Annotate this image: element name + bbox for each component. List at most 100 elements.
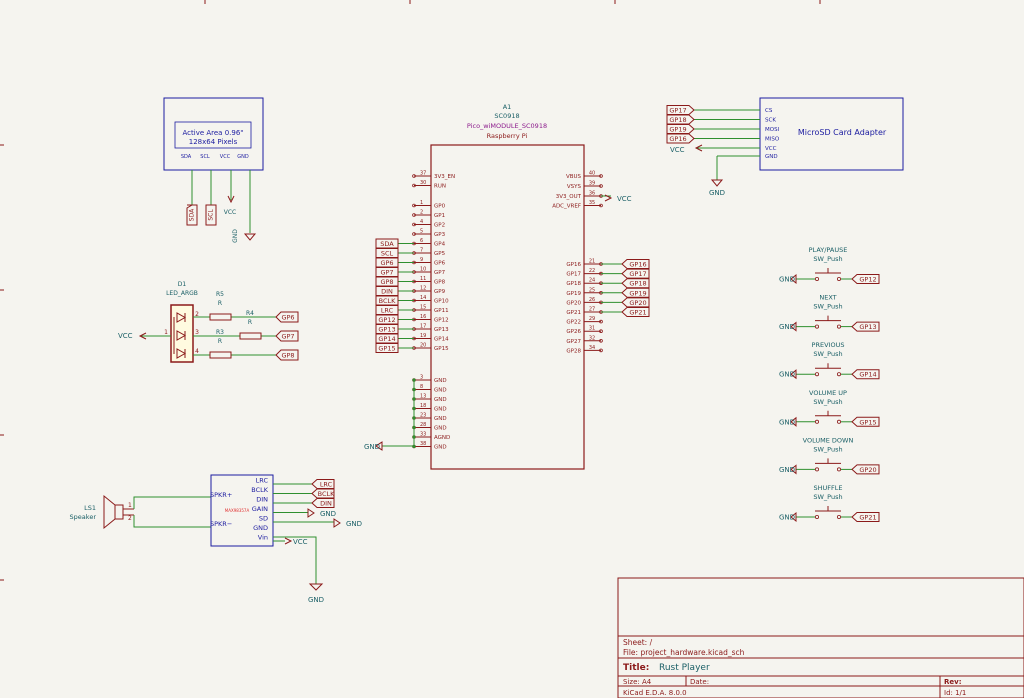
svg-text:GP15: GP15 [378,345,395,353]
svg-text:RUN: RUN [434,184,446,190]
pico-pin-gp14-19[interactable]: 19 GP14 GP14 [375,333,449,344]
tb-file: File: project_hardware.kicad_sch [623,648,745,657]
pico-pin-gp1-2[interactable]: 2 GP1 [412,210,445,220]
pico-pin-gnd-23[interactable]: 23 GND [412,413,447,423]
microsd-pin-gnd[interactable]: GND [765,154,778,160]
svg-text:22: 22 [589,268,595,274]
pico-pin-gp13-17[interactable]: 17 GP13 GP13 [375,324,449,334]
svg-text:GP13: GP13 [434,327,449,333]
button-shuffle[interactable]: SHUFFLESW_Push GND GP21 [779,484,880,523]
resistor-r3[interactable]: R3 R [209,329,232,359]
svg-text:R5: R5 [216,291,224,298]
pico-pin-gp10-14[interactable]: 14 GP10 BCLK [375,295,449,306]
pico-part: SC0918 [494,112,519,120]
svg-text:GP19: GP19 [566,291,581,297]
svg-text:GP12: GP12 [859,276,876,284]
pico-pin-gnd-13[interactable]: 13 GND [412,394,447,404]
svg-text:GND: GND [779,323,795,331]
resistor-r4[interactable]: R4 R [239,310,262,340]
pico-pin-gp3-5[interactable]: 5 GP3 [412,229,446,239]
oled-wires [191,170,251,233]
resistor-r5[interactable]: R5 R [209,291,232,321]
amp-part: MAX98357A [225,508,250,513]
pico-pin-gp0-1[interactable]: 1 GP0 [412,200,446,210]
speaker[interactable]: LS1 Speaker 1 2 [70,494,134,530]
oled-area-line2: 128x64 Pixels [189,138,238,146]
button-volume-down[interactable]: VOLUME DOWNSW_Push GND GP20 [779,436,880,475]
pico-pin-gnd-28[interactable]: 28 GND [412,422,447,432]
pico-pin-gnd-18[interactable]: 18 GND [412,403,447,413]
microsd-pin-mosi[interactable]: MOSI GP19 [666,124,780,134]
pico-pin-gp6-9[interactable]: 9 GP6 GP6 [375,257,446,268]
svg-text:GP12: GP12 [378,316,395,324]
pico-ref: A1 [503,103,512,111]
pico-pin-gp11-15[interactable]: 15 GP11 LRC [375,305,449,315]
svg-text:GP18: GP18 [566,281,581,287]
svg-text:GP19: GP19 [629,289,646,297]
svg-text:CS: CS [765,108,773,114]
button-next[interactable]: NEXTSW_Push GND GP13 [779,294,880,332]
push-buttons: PLAY/PAUSESW_PushGND GP12NEXTSW_PushGND GP… [779,246,880,523]
svg-text:25: 25 [589,287,595,293]
pico-pin-gp4-6[interactable]: 6 GP4 SDA [375,238,446,249]
svg-text:11: 11 [420,276,426,282]
button-previous[interactable]: PREVIOUSSW_Push GND GP14 [779,341,880,380]
button-play-pause[interactable]: PLAY/PAUSESW_Push GND GP12 [779,246,880,285]
pico-pin-3v3_en-37[interactable]: 37 3V3_EN [412,171,456,181]
amp-pin-gain[interactable]: GAIN [252,505,308,513]
svg-text:19: 19 [420,333,426,339]
rgb-led[interactable]: D1 LED_ARGB 1 2 3 4 [164,281,199,363]
pico-pin-gp5-7[interactable]: 7 GP5 SCL [375,248,446,258]
svg-text:29: 29 [589,316,595,322]
microsd-pin-vcc[interactable]: VCC [765,146,777,152]
svg-text:SD: SD [259,515,268,523]
pico-pin-gp20-26[interactable]: 26 GP20 GP20 [566,297,650,308]
pico-pin-gp17-22[interactable]: 22 GP17 GP17 [566,268,650,279]
pico-pin-gp16-21[interactable]: 21 GP16 GP16 [566,259,650,269]
pico-pin-gnd-3[interactable]: 3 GND [412,375,447,385]
svg-text:SCK: SCK [765,118,776,124]
pico-pin-gp2-4[interactable]: 4 GP2 [412,219,445,229]
pico-pin-adc_vref-35[interactable]: 35 ADC_VREF [552,200,603,210]
svg-text:2: 2 [420,210,423,216]
svg-text:GND: GND [779,276,795,284]
svg-text:Vin: Vin [258,534,268,542]
svg-text:GP3: GP3 [434,232,446,238]
svg-text:GND: GND [434,426,447,432]
svg-text:AGND: AGND [434,435,450,441]
pico-pin-gp21-27[interactable]: 27 GP21 GP21 [566,307,650,317]
microsd-adapter[interactable]: MicroSD Card Adapter [759,97,904,171]
svg-text:GND: GND [779,418,795,426]
pico-pin-gp15-20[interactable]: 20 GP15 GP15 [375,343,449,353]
pico-pin-run-30[interactable]: 30 RUN [412,180,446,190]
svg-text:GP21: GP21 [566,310,581,316]
svg-text:2: 2 [128,515,132,522]
svg-text:GND: GND [434,388,447,394]
svg-text:VCC: VCC [293,538,308,546]
pico-module[interactable]: A1 SC0918 Pico_wiMODULE_SC0918 Raspberry… [430,103,585,470]
svg-text:R: R [218,338,222,345]
speaker-ref: LS1 [84,504,96,512]
microsd-pin-cs[interactable]: CS GP17 [666,105,773,115]
amp-right-pins: LRC LRCBCLK BCLKDIN DINGAINSDGNDVin [251,477,335,542]
pico-pin-gnd-38[interactable]: 38 GND [412,441,447,451]
pico-pin-3v3_out-36[interactable]: 36 3V3_OUT [556,191,611,201]
svg-text:GAIN: GAIN [252,505,268,513]
pico-pin-gnd-8[interactable]: 8 GND [412,384,447,394]
svg-text:13: 13 [420,394,426,400]
pico-pin-gp7-10[interactable]: 10 GP7 GP7 [375,267,446,277]
svg-text:SW_Push: SW_Push [813,255,842,263]
pico-pin-gp9-12[interactable]: 12 GP9 DIN [375,286,446,296]
microsd-pin-miso[interactable]: MISO GP16 [666,133,780,144]
svg-text:GP9: GP9 [434,289,446,295]
amp-pin-gnd[interactable]: GND [253,524,268,532]
pico-pin-gp12-16[interactable]: 16 GP12 GP12 [375,314,449,325]
oled-display[interactable]: Active Area 0.96" 128x64 Pixels SDA SCL … [163,97,264,171]
pico-pin-vsys-39[interactable]: 39 VSYS [567,181,603,191]
pico-pin-gp19-25[interactable]: 25 GP19 GP19 [566,287,650,298]
svg-text:27: 27 [589,307,595,313]
tb-id: Id: 1/1 [944,689,966,697]
pico-pin-gp8-11[interactable]: 11 GP8 GP8 [375,276,446,287]
pico-pin-gp18-24[interactable]: 24 GP18 GP18 [566,278,650,289]
button-volume-up[interactable]: VOLUME UPSW_Push GND GP15 [779,389,880,427]
